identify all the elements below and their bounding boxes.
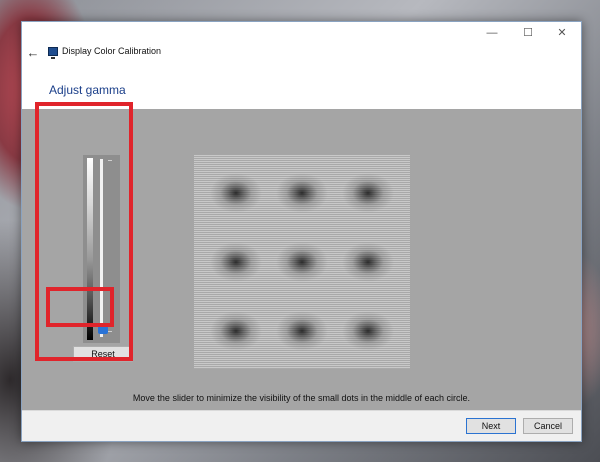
window-title: Display Color Calibration: [62, 46, 162, 56]
monitor-icon: [48, 47, 58, 59]
pattern-dot: [206, 240, 266, 284]
pattern-dot: [206, 171, 266, 215]
pattern-dot: [338, 309, 398, 353]
back-arrow-icon[interactable]: ←: [25, 45, 41, 61]
close-button[interactable]: ✕: [545, 22, 579, 44]
pattern-dot: [206, 309, 266, 353]
page-title: Adjust gamma: [49, 83, 126, 97]
instruction-text: Move the slider to minimize the visibili…: [132, 393, 471, 403]
cancel-button[interactable]: Cancel: [523, 418, 573, 434]
minimize-button[interactable]: —: [475, 22, 509, 44]
pattern-dot: [338, 240, 398, 284]
highlight-box-slider-thumb: [46, 287, 114, 327]
gamma-test-pattern: [194, 155, 410, 369]
next-button[interactable]: Next: [466, 418, 516, 434]
pattern-dot: [272, 309, 332, 353]
pattern-dot: [272, 171, 332, 215]
window-header: ← Display Color Calibration — ☐ ✕ Adjust…: [22, 22, 581, 109]
pattern-dot: [338, 171, 398, 215]
button-bar: Next Cancel: [22, 410, 581, 441]
pattern-dot: [272, 240, 332, 284]
maximize-button[interactable]: ☐: [511, 22, 545, 44]
